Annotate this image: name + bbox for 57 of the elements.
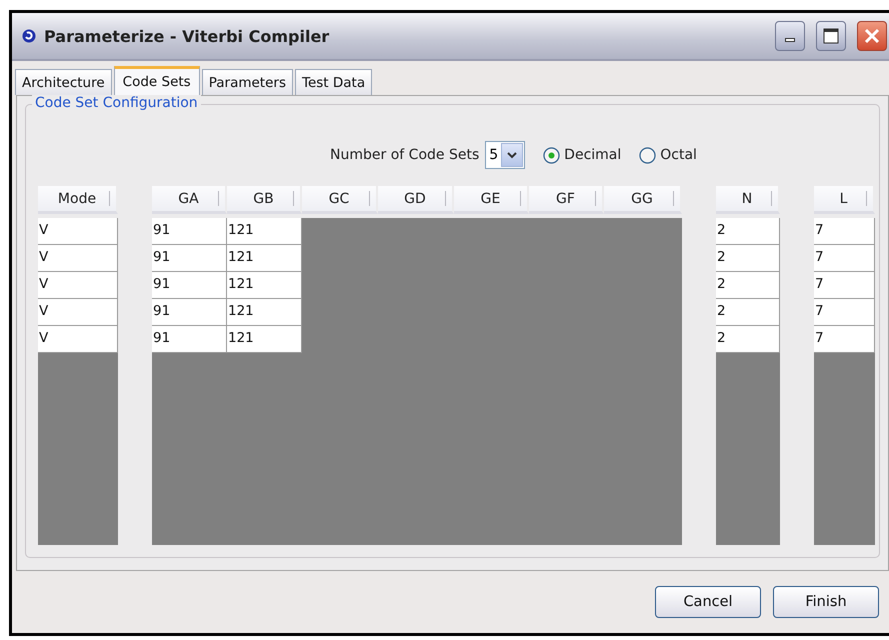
column-header[interactable]: GC (302, 186, 378, 214)
table-cell[interactable]: V (38, 299, 118, 326)
table-cell[interactable]: 121 (227, 218, 302, 245)
column-header[interactable]: GE (454, 186, 529, 214)
maximize-icon (822, 27, 840, 45)
minimize-icon (785, 38, 795, 42)
table-cell[interactable]: V (38, 326, 118, 353)
table-cell[interactable]: 91 (152, 272, 227, 299)
table-cell[interactable]: 121 (227, 245, 302, 272)
column-header[interactable]: GF (529, 186, 604, 214)
table-cell[interactable]: 2 (716, 299, 780, 326)
table-cell[interactable]: 91 (152, 245, 227, 272)
table-cell[interactable]: 2 (716, 245, 780, 272)
table-cell[interactable]: 121 (227, 326, 302, 353)
table-cell[interactable]: 91 (152, 218, 227, 245)
table-cell[interactable]: 91 (152, 299, 227, 326)
table-cell[interactable]: V (38, 272, 118, 299)
tab[interactable]: Code Sets (114, 66, 200, 96)
column-header[interactable]: GD (378, 186, 454, 214)
tab[interactable]: Architecture (15, 69, 112, 95)
chevron-down-icon (507, 151, 518, 159)
close-button[interactable] (857, 21, 887, 51)
radio-circle-icon (543, 146, 560, 164)
table-cell[interactable]: 7 (814, 245, 875, 272)
group-title: Code Set Configuration (32, 95, 201, 111)
tab[interactable]: Test Data (295, 69, 372, 95)
radio-button[interactable]: Octal (639, 146, 697, 164)
table-cell[interactable]: 7 (814, 299, 875, 326)
table-cell[interactable]: 2 (716, 326, 780, 353)
column-header[interactable]: Mode (38, 186, 118, 214)
table-cell[interactable]: 121 (227, 272, 302, 299)
app-icon (22, 29, 36, 43)
column-header[interactable]: L (814, 186, 875, 214)
maximize-button[interactable] (816, 21, 846, 51)
column-header[interactable]: GG (604, 186, 682, 214)
dialog-button[interactable]: Finish (773, 586, 879, 618)
tab[interactable]: Parameters (202, 69, 293, 95)
table-cell[interactable]: 7 (814, 218, 875, 245)
window-title: Parameterize - Viterbi Compiler (44, 26, 330, 46)
minimize-button[interactable] (775, 21, 805, 51)
table-cell[interactable]: 91 (152, 326, 227, 353)
column-header[interactable]: GA (152, 186, 227, 214)
radio-circle-icon (639, 146, 656, 164)
table-cell[interactable]: 7 (814, 326, 875, 353)
column-header[interactable]: GB (227, 186, 302, 214)
table-cell[interactable]: 121 (227, 299, 302, 326)
close-icon (863, 27, 881, 45)
table-cell[interactable]: V (38, 218, 118, 245)
code-sets-dropdown[interactable]: 5 (485, 141, 526, 169)
table-cell[interactable]: 2 (716, 272, 780, 299)
column-header[interactable]: N (716, 186, 780, 214)
table-cell[interactable]: 2 (716, 218, 780, 245)
table-cell[interactable]: V (38, 245, 118, 272)
code-sets-label: Number of Code Sets (330, 147, 480, 163)
radio-button[interactable]: Decimal (543, 146, 622, 164)
table-cell[interactable]: 7 (814, 272, 875, 299)
dialog-button[interactable]: Cancel (655, 586, 761, 618)
